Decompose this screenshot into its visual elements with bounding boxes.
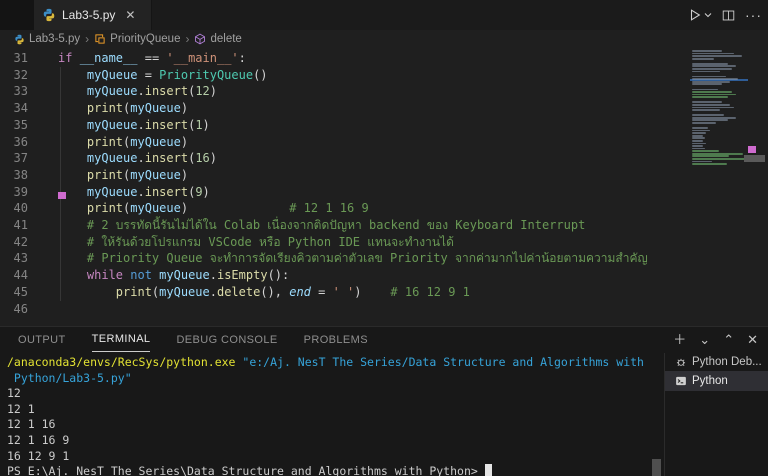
panel-tab-problems[interactable]: PROBLEMS [304, 327, 368, 352]
terminal-icon [675, 375, 687, 387]
tab-label: Lab3-5.py [62, 8, 115, 22]
breadcrumb-separator: › [185, 32, 189, 46]
terminal-scrollbar-thumb[interactable] [652, 459, 661, 476]
line-number: 39 [0, 184, 28, 201]
tabbar-left-strip [0, 0, 34, 30]
python-file-icon [42, 8, 56, 22]
code-line-32: 32 myQueue = PriorityQueue() [0, 67, 690, 84]
close-panel-icon[interactable]: ✕ [747, 333, 758, 346]
code-line-37: 37 myQueue.insert(16) [0, 150, 690, 167]
breadcrumb-method[interactable]: delete [194, 33, 241, 45]
overview-ruler-marker [748, 146, 756, 153]
breadcrumb-file[interactable]: Lab3-5.py [14, 33, 80, 45]
terminal-list-item-label: Python Deb... [692, 356, 762, 368]
line-number: 33 [0, 83, 28, 100]
panel-header: OUTPUTTERMINALDEBUG CONSOLEPROBLEMS ＋ ⌄ … [0, 327, 768, 352]
code-line-33: 33 myQueue.insert(12) [0, 83, 690, 100]
terminal-line: 12 1 [7, 402, 652, 418]
code-line-38: 38 print(myQueue) [0, 167, 690, 184]
terminal-list-item-python-deb-[interactable]: Python Deb... [665, 353, 768, 371]
terminal-line: 12 1 16 [7, 417, 652, 433]
code-line-41: 41 # 2 บรรทัดนี้รันไม่ได้ใน Colab เนื่อง… [0, 217, 690, 234]
code-line-43: 43 # Priority Queue จะทำการจัดเรียงคิวตา… [0, 250, 690, 267]
code-line-40: 40 print(myQueue) # 12 1 16 9 [0, 200, 690, 217]
line-number: 45 [0, 284, 28, 301]
code-line-31: 31if __name__ == '__main__': [0, 50, 690, 67]
line-number: 40 [0, 200, 28, 217]
breadcrumb-method-label: delete [210, 33, 241, 45]
symbol-method-icon [194, 33, 206, 45]
terminal-list-item-label: Python [692, 375, 728, 387]
panel-tab-debug-console[interactable]: DEBUG CONSOLE [176, 327, 277, 352]
breadcrumb: Lab3-5.py › PriorityQueue › delete [0, 30, 768, 48]
debug-icon [675, 356, 687, 368]
panel-tab-terminal[interactable]: TERMINAL [92, 327, 151, 352]
line-number: 32 [0, 67, 28, 84]
terminal-output[interactable]: /anaconda3/envs/RecSys/python.exe "e:/Aj… [7, 355, 652, 476]
code-line-44: 44 while not myQueue.isEmpty(): [0, 267, 690, 284]
run-button[interactable] [688, 8, 712, 22]
line-number: 38 [0, 167, 28, 184]
code-line-42: 42 # ให้รันด้วยโปรแกรม VSCode หรือ Pytho… [0, 234, 690, 251]
new-terminal-icon[interactable]: ＋ [673, 333, 686, 346]
line-number: 34 [0, 100, 28, 117]
code-line-36: 36 print(myQueue) [0, 134, 690, 151]
terminal-line: PS E:\Aj. NesT The Series\Data Structure… [7, 464, 652, 476]
code-line-35: 35 myQueue.insert(1) [0, 117, 690, 134]
maximize-panel-icon[interactable]: ⌃ [723, 333, 734, 346]
terminal-dropdown-chevron-icon[interactable]: ⌄ [699, 333, 710, 346]
line-number: 41 [0, 217, 28, 234]
terminal-line: Python/Lab3-5.py" [7, 371, 652, 387]
line-number: 46 [0, 301, 28, 318]
code-line-39: 39 myQueue.insert(9) [0, 184, 690, 201]
vscode-window: Lab3-5.py ✕ ··· Lab3-5.py › [0, 0, 768, 476]
code-line-46: 46 [0, 301, 690, 318]
editor-scrollbar-thumb[interactable] [744, 155, 765, 162]
breadcrumb-class[interactable]: PriorityQueue [94, 33, 180, 45]
python-file-icon [14, 34, 25, 45]
run-dropdown-chevron-icon [704, 11, 712, 19]
code-line-45: 45 print(myQueue.delete(), end = ' ') # … [0, 284, 690, 301]
breadcrumb-file-label: Lab3-5.py [29, 33, 80, 45]
line-number: 31 [0, 50, 28, 67]
terminal-list-item-python[interactable]: Python [665, 371, 768, 391]
line-number: 35 [0, 117, 28, 134]
tab-lab3-5[interactable]: Lab3-5.py ✕ [34, 0, 152, 30]
bottom-panel: OUTPUTTERMINALDEBUG CONSOLEPROBLEMS ＋ ⌄ … [0, 326, 768, 476]
line-number: 36 [0, 134, 28, 151]
terminal-cursor [485, 464, 492, 476]
terminal-line: 12 [7, 386, 652, 402]
minimap[interactable] [690, 50, 748, 320]
code-line-34: 34 print(myQueue) [0, 100, 690, 117]
breadcrumb-class-label: PriorityQueue [110, 33, 180, 45]
tab-close-icon[interactable]: ✕ [125, 9, 135, 21]
tab-bar: Lab3-5.py ✕ ··· [0, 0, 768, 30]
line-number: 43 [0, 250, 28, 267]
line-number: 37 [0, 150, 28, 167]
line-number: 44 [0, 267, 28, 284]
line-number: 42 [0, 234, 28, 251]
terminal-list-sidebar: Python Deb... Python [664, 353, 768, 476]
overview-ruler-cursor-marker [58, 192, 66, 199]
split-editor-icon[interactable] [722, 9, 735, 22]
symbol-class-icon [94, 33, 106, 45]
terminal-line: 12 1 16 9 [7, 433, 652, 449]
breadcrumb-separator: › [85, 32, 89, 46]
more-actions-icon[interactable]: ··· [745, 7, 762, 23]
terminal-line: 16 12 9 1 [7, 449, 652, 465]
code-editor[interactable]: 31if __name__ == '__main__':32 myQueue =… [0, 48, 768, 326]
panel-tab-output[interactable]: OUTPUT [18, 327, 66, 352]
terminal-line: /anaconda3/envs/RecSys/python.exe "e:/Aj… [7, 355, 652, 371]
